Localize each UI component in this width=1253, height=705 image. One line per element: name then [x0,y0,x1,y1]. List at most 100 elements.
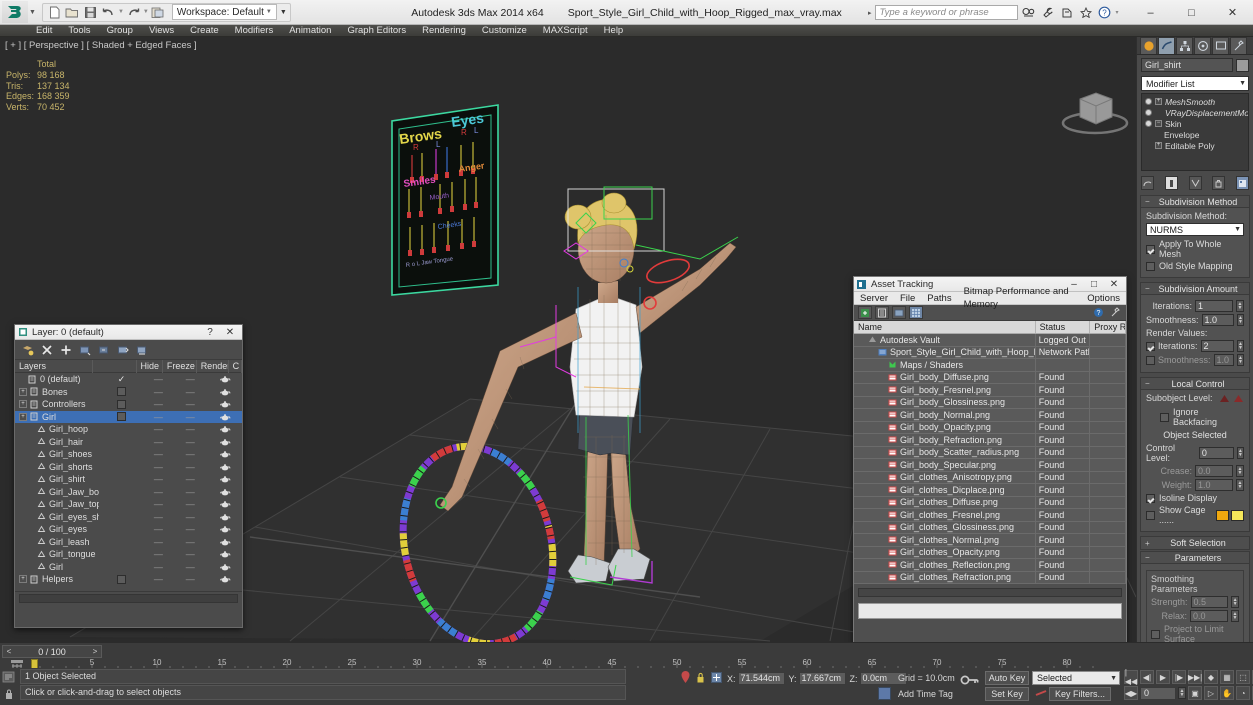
object-color-swatch[interactable] [1236,58,1249,72]
auto-key-button[interactable]: Auto Key [985,671,1029,685]
add-selection-to-layer-icon[interactable] [59,343,72,356]
expand-icon[interactable]: + [1155,98,1162,105]
y-coordinate[interactable]: Y: 17.667cm [789,672,846,685]
asset-row[interactable]: Girl_body_Fresnel.png Found [854,384,1126,397]
asset-name-cell[interactable]: Girl_clothes_Dicplace.png [854,484,1036,496]
layer-hide-cell[interactable]: — [144,412,172,422]
asset-horizontal-scrollbar[interactable] [858,588,1122,597]
layer-row[interactable]: 0 (default) ✓ — — [15,373,242,386]
asset-name-cell[interactable]: Sport_Style_Girl_Child_with_Hoop_Rig... [854,346,1036,358]
tab-create[interactable] [1140,37,1157,54]
hide-checkbox[interactable] [117,387,127,397]
render-iterations-checkbox[interactable] [1146,341,1155,351]
asset-row[interactable]: Autodesk Vault Logged Out ... [854,334,1126,347]
app-logo-caret-icon[interactable]: ▼ [29,9,36,16]
menu-item-rendering[interactable]: Rendering [414,25,474,37]
pin-stack-button[interactable] [1141,176,1154,190]
asset-menu-paths[interactable]: Paths [921,292,957,305]
asset-list[interactable]: Autodesk Vault Logged Out ... Sport_Style_… [854,334,1126,584]
layer-row[interactable]: Girl_leash — — [15,536,242,549]
asset-row[interactable]: Sport_Style_Girl_Child_with_Hoop_Rig...N… [854,346,1126,359]
layer-hide-cell[interactable]: — [144,424,172,434]
layer-row[interactable]: Girl_hair — — [15,436,242,449]
refresh-assets-icon[interactable] [858,306,872,319]
stack-item-editable-poly[interactable]: + Editable Poly [1142,140,1248,151]
asset-row[interactable]: Girl_clothes_Opacity.png Found [854,546,1126,559]
layer-hide-cell[interactable]: — [144,549,172,559]
layer-freeze-cell[interactable]: — [172,412,208,422]
list-view-icon[interactable] [875,306,889,319]
lightbulb-icon[interactable] [1145,120,1152,127]
asset-name-cell[interactable]: Girl_body_Diffuse.png [854,371,1036,383]
remove-modifier-button[interactable] [1212,176,1226,190]
autodesk-app-store-icon[interactable] [1059,5,1075,20]
layer-freeze-cell[interactable]: — [172,524,208,534]
key-mode-select[interactable]: Selected ▼ [1032,671,1120,685]
lightbulb-icon[interactable] [1145,109,1152,116]
layer-render-cell[interactable] [208,438,242,446]
asset-name-cell[interactable]: Autodesk Vault [854,334,1036,346]
asset-row[interactable]: Girl_clothes_Anisotropy.png Found [854,471,1126,484]
layer-column-c[interactable]: C [229,359,242,373]
asset-row[interactable]: Girl_clothes_Normal.png Found [854,534,1126,547]
layer-name-cell[interactable]: Girl_leash [15,537,99,547]
asset-menu-file[interactable]: File [894,292,921,305]
layer-current-cell[interactable] [99,512,145,522]
tab-utilities[interactable] [1230,37,1247,54]
menu-item-group[interactable]: Group [99,25,141,37]
layer-name-cell[interactable]: Girl [15,562,99,572]
layer-hide-cell[interactable]: — [144,387,172,397]
asset-row[interactable]: Girl_body_Opacity.png Found [854,421,1126,434]
delete-layer-icon[interactable] [40,343,53,356]
save-file-icon[interactable] [82,4,99,20]
select-and-move-gizmo-icon[interactable] [680,670,691,687]
asset-name-cell[interactable]: Maps / Shaders [854,359,1036,371]
app-logo-button[interactable] [2,1,28,23]
asset-column-proxy[interactable]: Proxy R [1090,321,1126,333]
layer-hide-cell[interactable]: — [144,574,172,584]
weight-input[interactable]: 1.0 [1195,479,1233,491]
key-mode-toggle-button[interactable]: ◆ [1204,670,1218,684]
layer-hide-cell[interactable]: — [144,512,172,522]
layer-render-cell[interactable] [208,538,242,546]
layer-hide-cell[interactable]: — [144,437,172,447]
viewport-label[interactable]: [ + ] [ Perspective ] [ Shaded + Edged F… [5,40,197,51]
control-level-spinner[interactable]: ▲ ▼ [1236,447,1244,459]
strength-input[interactable]: 0.5 [1190,596,1229,608]
tab-hierarchy[interactable] [1176,37,1193,54]
asset-row[interactable]: Girl_clothes_Refraction.png Found [854,571,1126,584]
apply-whole-mesh-checkbox[interactable]: Apply To Whole Mesh [1146,239,1244,259]
layer-hide-cell[interactable]: — [144,374,172,384]
subdivision-method-select[interactable]: NURMS ▼ [1146,223,1244,236]
layer-row[interactable]: Girl — — [15,561,242,574]
redo-dropdown-icon[interactable]: ▼ [143,9,149,15]
cage-color-swatch-2[interactable] [1231,509,1244,521]
asset-name-cell[interactable]: Girl_clothes_Reflection.png [854,559,1036,571]
asset-tracking-dialog[interactable]: Asset Tracking – □ ✕ Server File Paths B… [853,276,1127,647]
asset-name-cell[interactable]: Girl_clothes_Opacity.png [854,546,1036,558]
workspace-menu-icon[interactable]: ▼ [280,9,287,16]
asset-menu-server[interactable]: Server [854,292,894,305]
asset-row[interactable]: Girl_body_Diffuse.png Found [854,371,1126,384]
layer-current-cell[interactable] [99,499,145,509]
asset-row[interactable]: Girl_body_Refraction.png Found [854,434,1126,447]
open-file-icon[interactable] [64,4,81,20]
crease-spinner[interactable]: ▲ ▼ [1236,465,1244,477]
highlight-selected-objects-layers-icon[interactable] [116,343,129,356]
asset-options-icon[interactable] [1108,306,1122,319]
project-limit-surface-checkbox[interactable]: Project to Limit Surface [1151,624,1239,644]
time-configuration-button[interactable]: ▦ [1220,670,1234,684]
layer-freeze-cell[interactable]: — [172,537,208,547]
layer-name-cell[interactable]: + Helpers [15,574,99,584]
layer-hide-cell[interactable]: — [144,462,172,472]
crease-input[interactable]: 0.0 [1195,465,1233,477]
menu-item-modifiers[interactable]: Modifiers [227,25,282,37]
layer-current-cell[interactable] [99,449,145,459]
collapse-icon[interactable]: − [1145,284,1152,293]
expand-icon[interactable]: + [19,412,27,421]
rollout-header[interactable]: − Local Control [1141,378,1249,390]
lock-selection-icon[interactable] [2,687,16,701]
layer-current-cell[interactable] [99,399,145,409]
layer-current-cell[interactable] [99,574,145,584]
layer-freeze-cell[interactable]: — [172,374,208,384]
